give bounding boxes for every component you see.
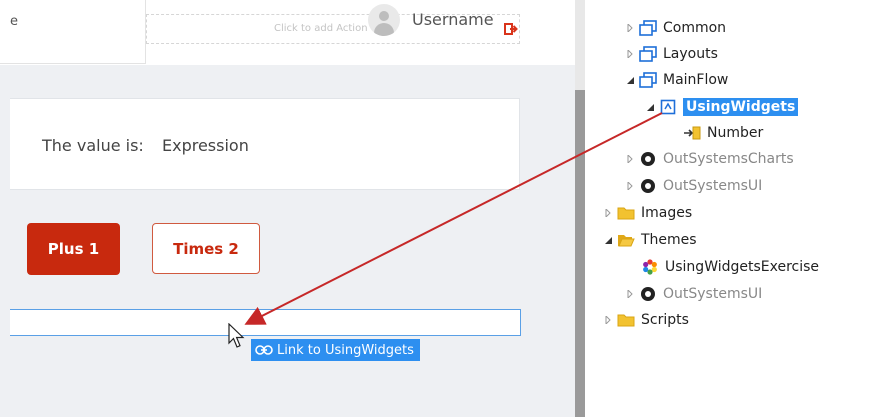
value-expression[interactable]: Expression: [162, 136, 249, 155]
tree-item-outsystemsui-theme[interactable]: OutSystemsUI: [625, 283, 762, 305]
collapse-down-icon[interactable]: [645, 102, 655, 112]
tree-item-scripts[interactable]: Scripts: [603, 309, 689, 331]
folder-icon: [617, 205, 635, 221]
title-fragment: e: [10, 14, 18, 29]
tree-item-usingwidgets[interactable]: UsingWidgets: [645, 96, 799, 118]
folder-icon: [617, 312, 635, 328]
header-strip: e Click to add Action Username: [0, 0, 575, 65]
tree-item-common[interactable]: Common: [625, 17, 726, 39]
avatar-shoulders: [374, 23, 394, 36]
tree-item-label: Number: [707, 125, 764, 141]
scrollbar-thumb[interactable]: [575, 90, 585, 417]
title-placeholder[interactable]: [0, 0, 146, 64]
input-parameter-icon: [683, 125, 701, 141]
tree-item-layouts[interactable]: Layouts: [625, 43, 718, 65]
tree-item-themes[interactable]: Themes: [603, 229, 697, 251]
tree-item-label: Layouts: [663, 46, 718, 62]
collapse-down-icon[interactable]: [603, 235, 613, 245]
folder-open-icon: [617, 232, 635, 248]
link-icon: [255, 345, 273, 355]
tree-item-usingwidgetsexercise[interactable]: UsingWidgetsExercise: [641, 256, 819, 278]
tree-item-outsystemsui[interactable]: OutSystemsUI: [625, 175, 762, 197]
screen-icon: [659, 99, 677, 115]
collapse-down-icon[interactable]: [625, 75, 635, 85]
avatar: [368, 4, 400, 36]
module-reference-icon: [639, 178, 657, 194]
tree-item-label: OutSystemsUI: [663, 286, 763, 302]
ui-flow-icon: [639, 46, 657, 62]
tree-item-label: Themes: [641, 232, 697, 248]
tree-item-number[interactable]: Number: [683, 122, 763, 144]
tree-item-images[interactable]: Images: [603, 202, 692, 224]
tree-item-label: Scripts: [641, 312, 689, 328]
expand-right-icon[interactable]: [625, 49, 635, 59]
tree-item-outsystemscharts[interactable]: OutSystemsCharts: [625, 148, 794, 170]
expand-right-icon[interactable]: [625, 23, 635, 33]
avatar-head: [379, 11, 389, 21]
ui-flow-icon: [639, 72, 657, 88]
expand-right-icon[interactable]: [603, 208, 613, 218]
tree-item-mainflow[interactable]: MainFlow: [625, 69, 728, 91]
logout-icon[interactable]: [504, 22, 518, 36]
tree-item-label: OutSystemsUI: [663, 178, 763, 194]
actions-placeholder-text: Click to add Action: [274, 23, 368, 34]
tree-item-label: UsingWidgetsExercise: [665, 259, 820, 275]
tree-item-label: UsingWidgets: [683, 98, 799, 116]
expand-right-icon[interactable]: [625, 154, 635, 164]
plus-1-button[interactable]: Plus 1: [27, 223, 120, 275]
tree-item-label: OutSystemsCharts: [663, 151, 794, 167]
link-tooltip-text: Link to UsingWidgets: [277, 342, 414, 358]
tree-item-label: MainFlow: [663, 72, 729, 88]
expand-right-icon[interactable]: [625, 289, 635, 299]
expand-right-icon[interactable]: [603, 315, 613, 325]
link-tooltip: Link to UsingWidgets: [251, 339, 420, 361]
elements-tree[interactable]: Common Layouts MainFlow UsingWidgets Num…: [585, 0, 885, 417]
value-label: The value is:: [42, 136, 144, 155]
tree-item-label: Images: [641, 205, 693, 221]
mouse-cursor-icon: [228, 323, 245, 348]
username-label: Username: [412, 10, 494, 29]
module-reference-icon: [639, 286, 657, 302]
times-2-button[interactable]: Times 2: [152, 223, 260, 274]
tree-item-label: Common: [663, 20, 727, 36]
panel-splitter[interactable]: [575, 0, 585, 417]
drop-target-container[interactable]: [10, 309, 521, 336]
theme-icon: [641, 259, 659, 275]
module-reference-icon: [639, 151, 657, 167]
expand-right-icon[interactable]: [625, 181, 635, 191]
ui-flow-icon: [639, 20, 657, 36]
